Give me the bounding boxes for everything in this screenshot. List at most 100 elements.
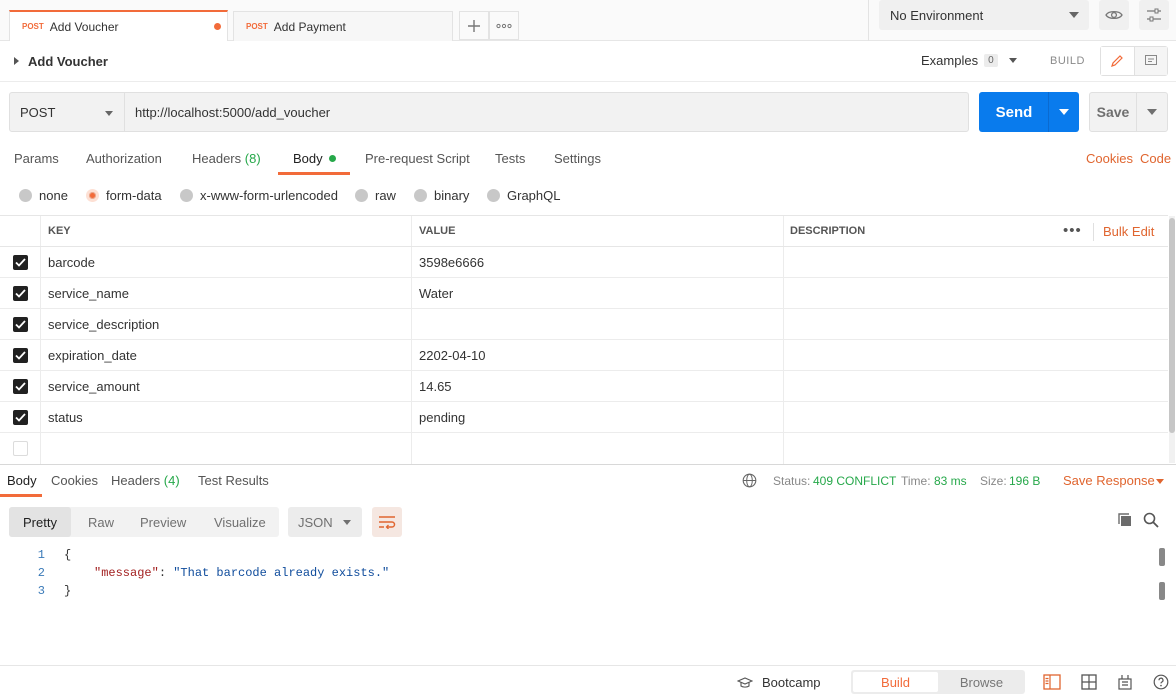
response-scrollbar-thumb[interactable] [1159, 582, 1165, 600]
checkbox-checked-icon[interactable] [12, 254, 28, 270]
save-options-button[interactable] [1136, 92, 1168, 132]
code-line: } [64, 584, 72, 598]
response-tab-body[interactable]: Body [7, 473, 37, 488]
eye-icon [1105, 9, 1123, 21]
response-tab-cookies[interactable]: Cookies [51, 473, 98, 488]
view-visualize[interactable]: Visualize [214, 507, 266, 537]
tab-authorization[interactable]: Authorization [86, 151, 162, 166]
globe-icon[interactable] [742, 473, 757, 488]
browse-toggle-button[interactable]: Browse [940, 672, 1023, 692]
tab-add-voucher[interactable]: POST Add Voucher [9, 10, 228, 41]
examples-dropdown[interactable]: Examples 0 [921, 53, 1017, 68]
cookies-link[interactable]: Cookies [1086, 151, 1133, 166]
description-cell[interactable] [783, 371, 1168, 401]
send-button[interactable]: Send [979, 92, 1049, 132]
chevron-down-icon [1008, 58, 1017, 63]
copy-icon[interactable] [1117, 512, 1133, 528]
response-scrollbar-thumb[interactable] [1159, 548, 1165, 566]
params-scrollbar[interactable] [1169, 216, 1175, 463]
response-tab-test-results[interactable]: Test Results [198, 473, 269, 488]
table-header: KEY VALUE DESCRIPTION ••• Bulk Edit [0, 215, 1168, 247]
view-preview[interactable]: Preview [140, 507, 186, 537]
value-cell[interactable]: 2202-04-10 [411, 340, 783, 370]
tab-settings[interactable]: Settings [554, 151, 601, 166]
edit-mode-button[interactable] [1101, 47, 1135, 75]
save-button[interactable]: Save [1089, 92, 1137, 132]
key-cell[interactable]: service_amount [40, 371, 411, 401]
url-input[interactable] [124, 92, 969, 132]
caret-right-icon[interactable] [14, 57, 19, 65]
checkbox-checked-icon[interactable] [12, 347, 28, 363]
chevron-down-icon[interactable] [1156, 479, 1164, 484]
value-cell[interactable]: Water [411, 278, 783, 308]
help-icon[interactable] [1152, 673, 1170, 691]
checkbox-checked-icon[interactable] [12, 409, 28, 425]
value-cell[interactable]: 3598e6666 [411, 247, 783, 277]
code-link[interactable]: Code [1140, 151, 1171, 166]
checkbox-checked-icon[interactable] [12, 316, 28, 332]
description-cell[interactable] [783, 278, 1168, 308]
two-pane-view-icon[interactable] [1043, 673, 1061, 691]
tab-body[interactable]: Body [293, 151, 336, 166]
keyboard-shortcuts-icon[interactable] [1116, 673, 1134, 691]
body-type-urlencoded[interactable]: x-www-form-urlencoded [180, 188, 338, 203]
more-horizontal-icon[interactable]: ••• [1063, 222, 1082, 239]
body-type-none[interactable]: none [19, 188, 68, 203]
tab-params[interactable]: Params [14, 151, 59, 166]
documentation-mode-button[interactable] [1134, 47, 1167, 75]
tab-options-button[interactable] [489, 11, 519, 40]
chevron-down-icon [1059, 109, 1069, 115]
send-options-button[interactable] [1048, 92, 1079, 132]
scrollbar-thumb[interactable] [1169, 218, 1175, 433]
body-type-label: x-www-form-urlencoded [200, 188, 338, 203]
body-type-binary[interactable]: binary [414, 188, 469, 203]
wrap-lines-button[interactable] [372, 507, 402, 537]
key-cell[interactable]: service_name [40, 278, 411, 308]
method-select[interactable]: POST [9, 92, 125, 132]
size-value[interactable]: 196 B [1009, 474, 1040, 488]
environment-select[interactable]: No Environment [879, 0, 1089, 30]
new-tab-button[interactable] [459, 11, 489, 40]
key-cell[interactable]: barcode [40, 247, 411, 277]
checkbox-checked-icon[interactable] [12, 378, 28, 394]
value-cell[interactable]: 14.65 [411, 371, 783, 401]
value-cell[interactable] [411, 309, 783, 339]
layout-icon[interactable] [1080, 673, 1098, 691]
body-type-form-data[interactable]: form-data [86, 188, 162, 203]
time-value[interactable]: 83 ms [934, 474, 967, 488]
description-cell[interactable] [783, 340, 1168, 370]
search-icon[interactable] [1143, 512, 1159, 528]
body-type-raw[interactable]: raw [355, 188, 396, 203]
key-cell[interactable]: status [40, 402, 411, 432]
build-toggle-button[interactable]: Build [853, 672, 938, 692]
key-cell[interactable]: service_description [40, 309, 411, 339]
environment-quick-look-button[interactable] [1099, 0, 1129, 30]
description-cell[interactable] [783, 309, 1168, 339]
checkbox-empty-icon[interactable] [12, 441, 28, 456]
divider [1093, 223, 1094, 241]
save-response-button[interactable]: Save Response [1063, 473, 1155, 488]
tab-pre-request-script[interactable]: Pre-request Script [365, 151, 470, 166]
response-tab-headers[interactable]: Headers (4) [111, 473, 180, 488]
format-select[interactable]: JSON [288, 507, 362, 537]
bulk-edit-link[interactable]: Bulk Edit [1103, 224, 1154, 239]
view-pretty[interactable]: Pretty [9, 507, 71, 537]
description-cell[interactable] [783, 247, 1168, 277]
table-row: service_description [0, 309, 1168, 340]
value-cell[interactable]: pending [411, 402, 783, 432]
tab-add-payment[interactable]: POST Add Payment [233, 11, 453, 41]
key-cell[interactable]: expiration_date [40, 340, 411, 370]
view-raw[interactable]: Raw [88, 507, 114, 537]
description-cell[interactable] [783, 433, 1168, 464]
bootcamp-button[interactable]: Bootcamp [737, 675, 821, 690]
manage-environments-button[interactable] [1139, 0, 1169, 30]
value-cell[interactable] [411, 433, 783, 464]
request-title[interactable]: Add Voucher [28, 54, 108, 69]
pane-divider[interactable] [0, 464, 1176, 465]
tab-tests[interactable]: Tests [495, 151, 525, 166]
key-cell[interactable] [40, 433, 411, 464]
tab-headers[interactable]: Headers (8) [192, 151, 261, 166]
description-cell[interactable] [783, 402, 1168, 432]
checkbox-checked-icon[interactable] [12, 285, 28, 301]
body-type-graphql[interactable]: GraphQL [487, 188, 560, 203]
